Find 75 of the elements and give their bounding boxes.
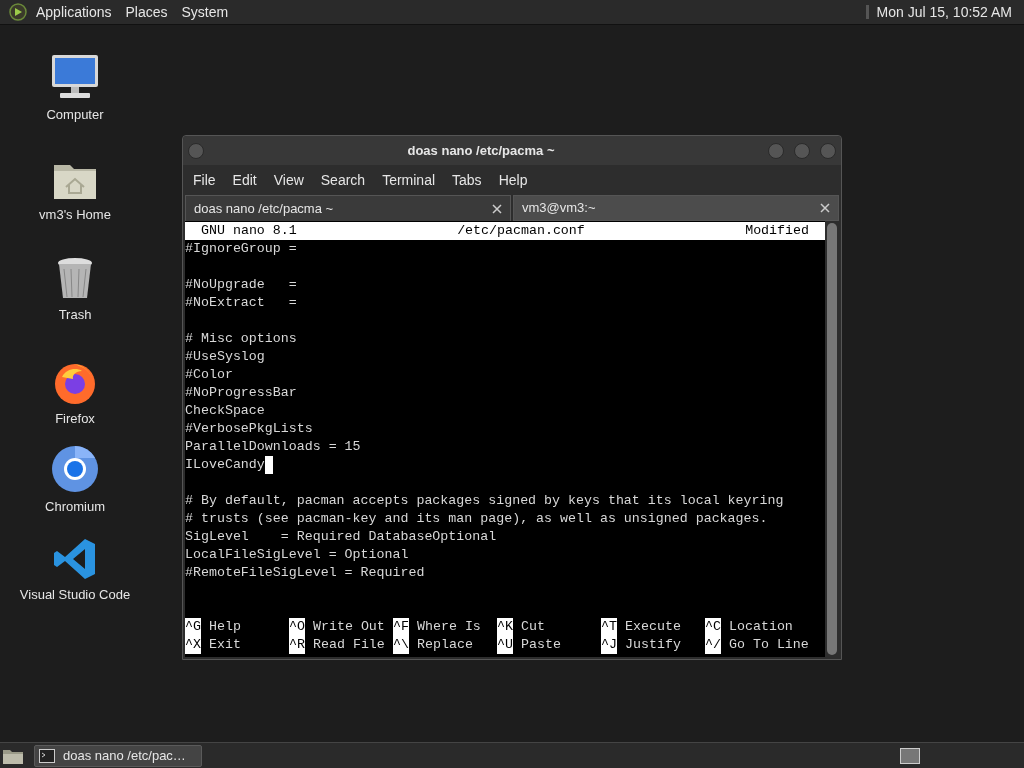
shortcut-label: Justify [625, 636, 681, 654]
shortcut-label: Paste [521, 636, 561, 654]
code-line: # trusts (see pacman-key and its man page), as well as unsigned packages. [185, 510, 768, 528]
menu-item[interactable]: File [187, 169, 222, 191]
code-line: #RemoteFileSigLevel = Required [185, 564, 425, 582]
desktop-icon-label[interactable]: vm3's Home [39, 204, 111, 224]
shortcut-key: ^C [705, 618, 721, 636]
taskbar-button[interactable]: doas nano /etc/pac… [34, 744, 202, 767]
shortcut-label: Write Out [313, 618, 385, 636]
shortcut-label: Read File [313, 636, 385, 654]
desktop-icon-label[interactable]: Computer [46, 104, 104, 124]
code-line: # By default, pacman accepts packages signed by keys that its local keyring [185, 492, 784, 510]
file-name: /etc/pacman.conf [457, 222, 585, 240]
desktop-icon-label[interactable]: Firefox [55, 408, 95, 428]
window-title: doas nano /etc/pacma ~ [406, 141, 556, 160]
workspace-switcher[interactable] [900, 747, 920, 764]
shortcut-key: ^K [497, 618, 513, 636]
shortcut-label: Execute [625, 618, 681, 636]
scrollbar[interactable] [825, 221, 839, 657]
shortcut-label: Exit [209, 636, 241, 654]
menu-item[interactable]: Tabs [446, 169, 488, 191]
shortcut-key: ^J [601, 636, 617, 654]
shortcut-label: Help [209, 618, 241, 636]
terminal-icon [39, 748, 55, 763]
shortcut-label: Cut [521, 618, 545, 636]
vscode-icon [53, 536, 97, 581]
computer-icon [50, 52, 100, 101]
shortcut-label: Where Is [417, 618, 481, 636]
code-line: #NoProgressBar [185, 384, 297, 402]
code-line: #VerbosePkgLists [185, 420, 313, 438]
menu-item[interactable]: View [267, 169, 310, 191]
code-line: SigLevel = Required DatabaseOptional [185, 528, 497, 546]
desktop-icon-label[interactable]: Chromium [45, 496, 105, 516]
close-tab-icon[interactable] [492, 203, 502, 214]
terminal-tab[interactable]: doas nano /etc/pacma ~ [185, 195, 511, 221]
shortcut-key: ^X [185, 636, 201, 654]
shortcut-key: ^U [497, 636, 513, 654]
shortcut-key: ^R [289, 636, 305, 654]
shortcut-key: ^\ [393, 636, 409, 654]
shortcut-label: Location [729, 618, 793, 636]
panel-menu[interactable]: Applications [32, 1, 116, 23]
code-line: #NoExtract = [185, 294, 297, 312]
menu-item[interactable]: Edit [226, 169, 263, 191]
shortcut-key: ^O [289, 618, 305, 636]
code-line: CheckSpace [185, 402, 265, 420]
modified-status: Modified [745, 222, 809, 240]
code-line: LocalFileSigLevel = Optional [185, 546, 409, 564]
code-line: #NoUpgrade = [185, 276, 297, 294]
code-line: ParallelDownloads = 15 [185, 438, 361, 456]
terminal-tab[interactable]: vm3@vm3:~ [513, 195, 839, 221]
desktop-icon-label[interactable]: Trash [58, 304, 92, 324]
clock[interactable]: Mon Jul 15, 10:52 AM [876, 1, 1012, 23]
shortcut-key: ^T [601, 618, 617, 636]
panel-menu[interactable]: Places [121, 1, 172, 23]
shortcut-label: Go To Line [729, 636, 809, 654]
menu-item[interactable]: Help [492, 169, 534, 191]
code-line: ILoveCandy [185, 456, 265, 474]
panel-menu[interactable]: System [177, 1, 233, 23]
code-line: #UseSyslog [185, 348, 265, 366]
shortcut-key: ^/ [705, 636, 721, 654]
close-tab-icon[interactable] [820, 203, 830, 213]
nano-version: GNU nano 8.1 [201, 222, 297, 240]
code-line: #IgnoreGroup = [185, 240, 297, 258]
menu-item[interactable]: Search [314, 169, 372, 191]
menu-logo-icon[interactable] [8, 2, 28, 22]
chromium-icon [51, 444, 99, 493]
code-line: # Misc options [185, 330, 297, 348]
trash-icon [56, 256, 94, 301]
menu-item[interactable]: Terminal [376, 169, 442, 191]
code-line: #Color [185, 366, 233, 384]
shortcut-label: Replace [417, 636, 473, 654]
desktop-icon-label[interactable]: Visual Studio Code [19, 584, 131, 604]
shortcut-key: ^G [185, 618, 201, 636]
shortcut-key: ^F [393, 618, 409, 636]
separator-handle-icon [865, 5, 869, 19]
